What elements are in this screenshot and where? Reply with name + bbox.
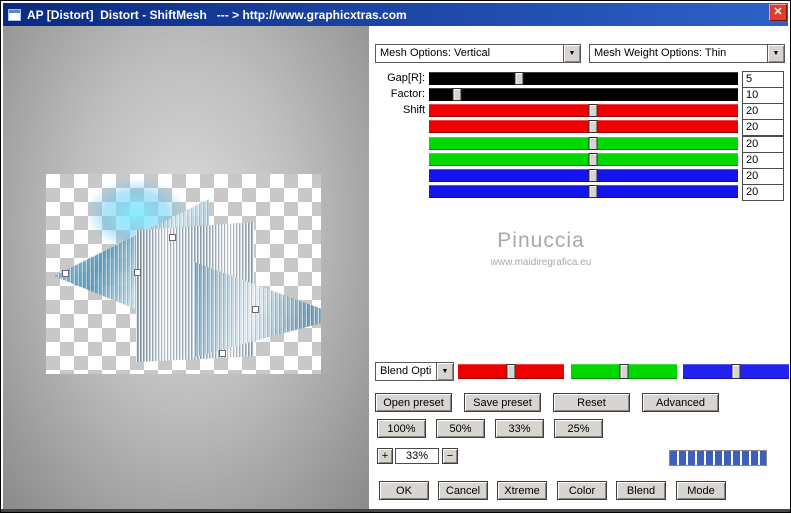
blend-button[interactable]: Blend xyxy=(616,481,666,500)
chevron-down-icon[interactable]: ▼ xyxy=(436,363,453,380)
slider-track-fill xyxy=(429,120,738,133)
slider-thumb[interactable] xyxy=(588,104,598,117)
zoom-value[interactable]: 33% xyxy=(395,448,439,464)
title-bar[interactable]: AP [Distort] Distort - ShiftMesh --- > h… xyxy=(3,3,788,26)
zoom-100-button[interactable]: 100% xyxy=(377,419,426,438)
mesh-options-select[interactable]: Mesh Options: Vertical ▼ xyxy=(375,44,581,63)
mesh-weight-options-value: Mesh Weight Options: Thin xyxy=(594,47,727,59)
mesh-handle[interactable] xyxy=(219,350,226,357)
slider-thumb[interactable] xyxy=(452,88,462,101)
watermark-name: Pinuccia xyxy=(497,229,585,252)
close-button[interactable]: ✕ xyxy=(769,4,787,21)
slider-thumb[interactable] xyxy=(619,364,629,379)
zoom-33-button[interactable]: 33% xyxy=(495,419,544,438)
app-icon xyxy=(8,8,21,21)
slider-thumb[interactable] xyxy=(731,364,741,379)
open-preset-button[interactable]: Open preset xyxy=(375,393,452,412)
ok-button[interactable]: OK xyxy=(379,481,429,500)
factor-value[interactable]: 10 xyxy=(742,87,784,104)
mesh-handle[interactable] xyxy=(62,270,69,277)
factor-slider[interactable] xyxy=(429,88,738,101)
preview-panel xyxy=(3,26,369,509)
mode-button[interactable]: Mode xyxy=(676,481,726,500)
slider-track-fill xyxy=(429,185,738,198)
slider-thumb[interactable] xyxy=(588,137,598,150)
slider-thumb[interactable] xyxy=(514,72,524,85)
mesh-options-value: Mesh Options: Vertical xyxy=(380,47,491,59)
zoom-plus-button[interactable]: + xyxy=(377,448,393,464)
color-button[interactable]: Color xyxy=(557,481,607,500)
mesh-handle[interactable] xyxy=(169,234,176,241)
slider-thumb[interactable] xyxy=(588,169,598,182)
slider-thumb[interactable] xyxy=(588,153,598,166)
slider-thumb[interactable] xyxy=(588,185,598,198)
gap-value[interactable]: 5 xyxy=(742,71,784,88)
shift-value-1[interactable]: 20 xyxy=(742,103,784,120)
preview-image[interactable] xyxy=(46,174,321,374)
shift-slider-1[interactable] xyxy=(429,104,738,117)
shift-slider-2[interactable] xyxy=(429,120,738,133)
watermark: Pinuccia www.maidiregrafica.eu xyxy=(421,229,661,268)
shift-value-4[interactable]: 20 xyxy=(742,152,784,169)
slider-track-fill xyxy=(429,137,738,150)
window-title: AP [Distort] Distort - ShiftMesh --- > h… xyxy=(27,7,407,22)
mesh-handle[interactable] xyxy=(134,269,141,276)
slider-thumb[interactable] xyxy=(506,364,516,379)
shift-label: Shift xyxy=(402,104,425,116)
slider-track-fill xyxy=(429,169,738,182)
shift-slider-4[interactable] xyxy=(429,153,738,166)
save-preset-button[interactable]: Save preset xyxy=(464,393,541,412)
shift-slider-3[interactable] xyxy=(429,137,738,150)
gap-slider[interactable] xyxy=(429,72,738,85)
mesh-weight-options-select[interactable]: Mesh Weight Options: Thin ▼ xyxy=(589,44,785,63)
watermark-url: www.maidiregrafica.eu xyxy=(490,257,592,268)
slider-track-fill xyxy=(429,88,738,101)
blend-red-slider[interactable] xyxy=(458,364,564,379)
advanced-button[interactable]: Advanced xyxy=(642,393,719,412)
shift-value-2[interactable]: 20 xyxy=(742,119,784,136)
shift-value-3[interactable]: 20 xyxy=(742,136,784,153)
mesh-handle[interactable] xyxy=(252,306,259,313)
cancel-button[interactable]: Cancel xyxy=(438,481,488,500)
blend-options-value: Blend Opti xyxy=(380,365,432,377)
slider-thumb[interactable] xyxy=(588,120,598,133)
blend-options-select[interactable]: Blend Opti ▼ xyxy=(375,362,454,381)
slider-track-fill xyxy=(429,72,738,85)
chevron-down-icon[interactable]: ▼ xyxy=(563,45,580,62)
chevron-down-icon[interactable]: ▼ xyxy=(767,45,784,62)
shift-slider-6[interactable] xyxy=(429,185,738,198)
shift-value-6[interactable]: 20 xyxy=(742,184,784,201)
reset-button[interactable]: Reset xyxy=(553,393,630,412)
factor-label: Factor: xyxy=(390,88,425,100)
blend-blue-slider[interactable] xyxy=(683,364,789,379)
shift-slider-5[interactable] xyxy=(429,169,738,182)
xtreme-button[interactable]: Xtreme xyxy=(497,481,547,500)
slider-track-fill xyxy=(429,104,738,117)
blend-green-slider[interactable] xyxy=(571,364,677,379)
gap-label: Gap[R]: xyxy=(387,72,425,84)
zoom-50-button[interactable]: 50% xyxy=(436,419,485,438)
dialog-bottom-edge xyxy=(1,509,790,512)
slider-track-fill xyxy=(429,153,738,166)
zoom-25-button[interactable]: 25% xyxy=(554,419,603,438)
progress-indicator xyxy=(669,450,767,466)
zoom-minus-button[interactable]: − xyxy=(442,448,458,464)
shift-value-5[interactable]: 20 xyxy=(742,168,784,185)
shiftmesh-dialog: AP [Distort] Distort - ShiftMesh --- > h… xyxy=(0,0,791,513)
